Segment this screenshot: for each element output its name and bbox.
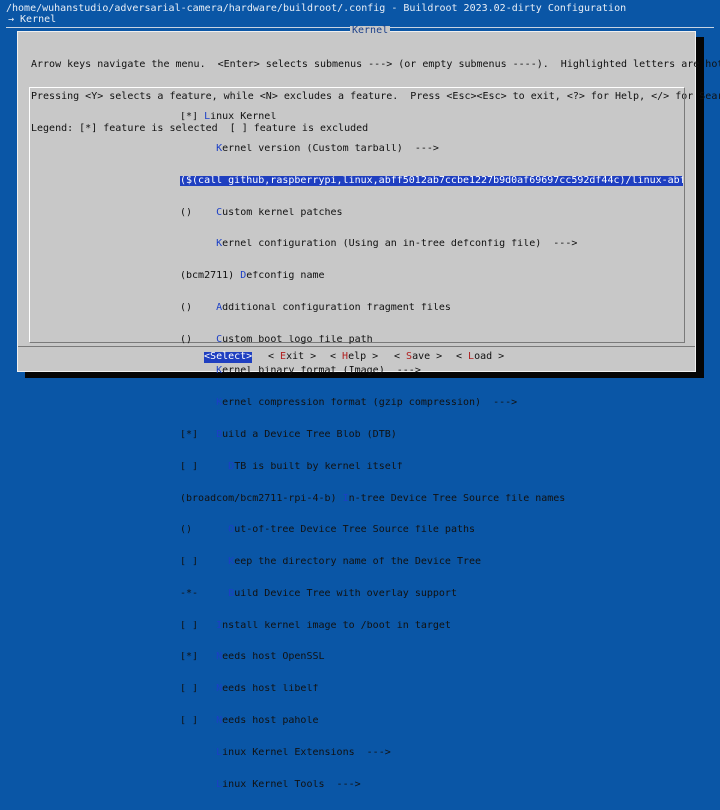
menu-list: [*] Linux Kernel Kernel version (Custom …	[180, 91, 680, 810]
select-button[interactable]: <Select>	[204, 352, 252, 363]
menu-item-intree-dts[interactable]: (broadcom/bcm2711-rpi-4-b) In-tree Devic…	[180, 494, 680, 505]
menu-item-dtb-by-kernel[interactable]: [ ] DTB is built by kernel itself	[180, 462, 680, 473]
button-bar: <Select> < Exit > < Help > < Save > < Lo…	[18, 352, 695, 426]
menu-item-build-dtb[interactable]: [*] Build a Device Tree Blob (DTB)	[180, 430, 680, 441]
exit-button[interactable]: < Exit >	[268, 352, 316, 363]
window-title: /home/wuhanstudio/adversarial-camera/har…	[6, 4, 626, 15]
menu-item-outoftree-dts[interactable]: () Out-of-tree Device Tree Source file p…	[180, 525, 680, 536]
menu-list-box: [*] Linux Kernel Kernel version (Custom …	[29, 87, 685, 343]
menu-item-kernel-version[interactable]: Kernel version (Custom tarball) --->	[180, 144, 680, 155]
menu-item-keep-dt-dirname[interactable]: [ ] Keep the directory name of the Devic…	[180, 557, 680, 568]
menu-item-linux-kernel[interactable]: [*] Linux Kernel	[180, 112, 680, 123]
menu-item-kernel-extensions[interactable]: Linux Kernel Extensions --->	[180, 748, 680, 759]
menu-item-install-image[interactable]: [ ] Install kernel image to /boot in tar…	[180, 621, 680, 632]
menu-item-host-openssl[interactable]: [*] Needs host OpenSSL	[180, 652, 680, 663]
button-divider	[18, 346, 695, 347]
menu-item-boot-logo[interactable]: () Custom boot logo file path	[180, 335, 680, 346]
menu-item-defconfig-name[interactable]: (bcm2711) Defconfig name	[180, 271, 680, 282]
load-button[interactable]: < Load >	[456, 352, 504, 363]
menu-item-custom-tarball-location[interactable]: ($(call github,raspberrypi,linux,abff501…	[180, 176, 683, 187]
menu-item-kernel-tools[interactable]: Linux Kernel Tools --->	[180, 780, 680, 791]
menu-item-config-fragments[interactable]: () Additional configuration fragment fil…	[180, 303, 680, 314]
help-line: Arrow keys navigate the menu. <Enter> se…	[31, 60, 720, 71]
save-button[interactable]: < Save >	[394, 352, 442, 363]
menuconfig-dialog: Kernel Arrow keys navigate the menu. <En…	[17, 31, 696, 372]
menu-item-dt-overlay[interactable]: -*- Build Device Tree with overlay suppo…	[180, 589, 680, 600]
menu-item-host-libelf[interactable]: [ ] Needs host libelf	[180, 684, 680, 695]
dialog-title: Kernel	[350, 26, 390, 37]
menu-item-host-pahole[interactable]: [ ] Needs host pahole	[180, 716, 680, 727]
menu-item-kernel-configuration[interactable]: Kernel configuration (Using an in-tree d…	[180, 239, 680, 250]
menu-item-custom-kernel-patches[interactable]: () Custom kernel patches	[180, 208, 680, 219]
breadcrumb: → Kernel	[8, 15, 56, 26]
help-button[interactable]: < Help >	[330, 352, 378, 363]
